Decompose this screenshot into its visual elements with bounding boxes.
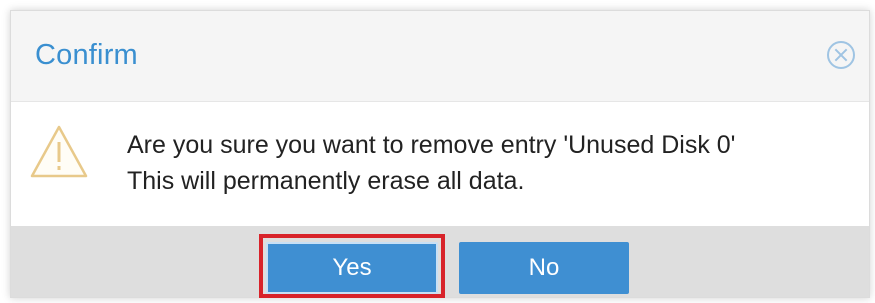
warning-icon [30,125,88,178]
dialog-message: Are you sure you want to remove entry 'U… [127,127,735,199]
no-button[interactable]: No [459,242,629,294]
close-icon[interactable] [827,41,855,69]
message-line-1: Are you sure you want to remove entry 'U… [127,131,736,159]
confirm-dialog: Confirm Are you sure you want to remove … [10,10,870,298]
yes-button[interactable]: Yes [266,242,438,294]
screen: Confirm Are you sure you want to remove … [0,0,875,303]
message-line-2: This will permanently erase all data. [127,167,525,195]
dialog-body: Are you sure you want to remove entry 'U… [11,101,869,228]
dialog-title: Confirm [35,39,138,71]
dialog-footer: Yes No [11,226,869,298]
dialog-titlebar: Confirm [11,11,869,101]
